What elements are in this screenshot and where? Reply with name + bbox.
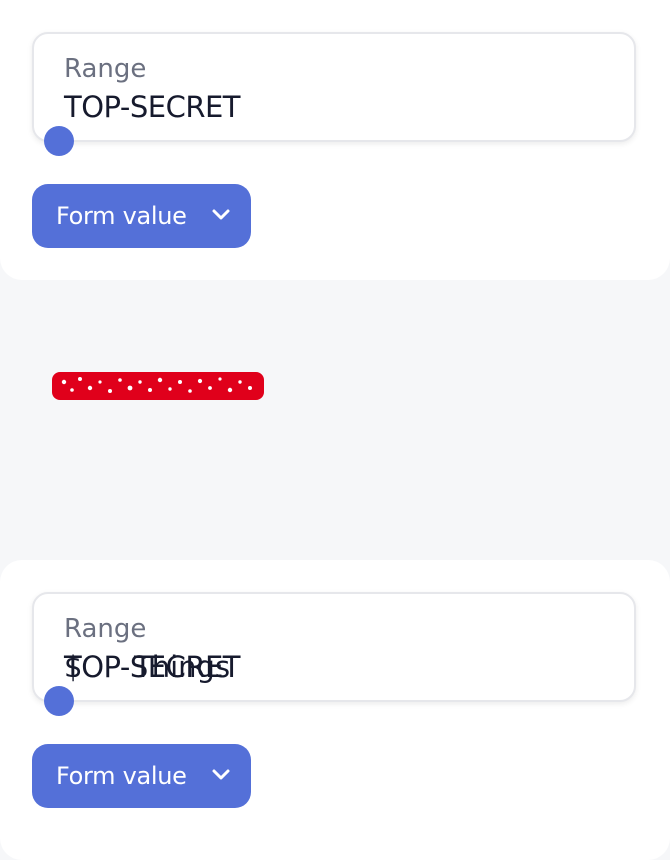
chevron-down-icon [212,209,230,220]
range-label: Range [64,54,147,84]
top-form-panel: Range TOP-SECRET Form value [0,0,670,280]
range-field[interactable]: Range TOP-SECRET [32,32,636,156]
range-field[interactable]: Range TOP-SECRET $ Things [32,592,636,716]
dropdown-label: Form value [56,762,187,790]
dropdown-label: Form value [56,202,187,230]
form-value-dropdown[interactable]: Form value [32,744,251,808]
range-value: TOP-SECRET [64,90,241,124]
range-label: Range [64,614,147,644]
redacted-scribble-icon [52,372,264,400]
range-slider-handle[interactable] [44,686,74,716]
chevron-down-icon [212,769,230,780]
form-value-dropdown[interactable]: Form value [32,184,251,248]
range-slider-handle[interactable] [44,126,74,156]
overlap-prefix: $ [64,650,83,684]
bottom-form-panel: Range TOP-SECRET $ Things Form value [0,560,670,860]
overlap-text: Things [134,650,231,684]
